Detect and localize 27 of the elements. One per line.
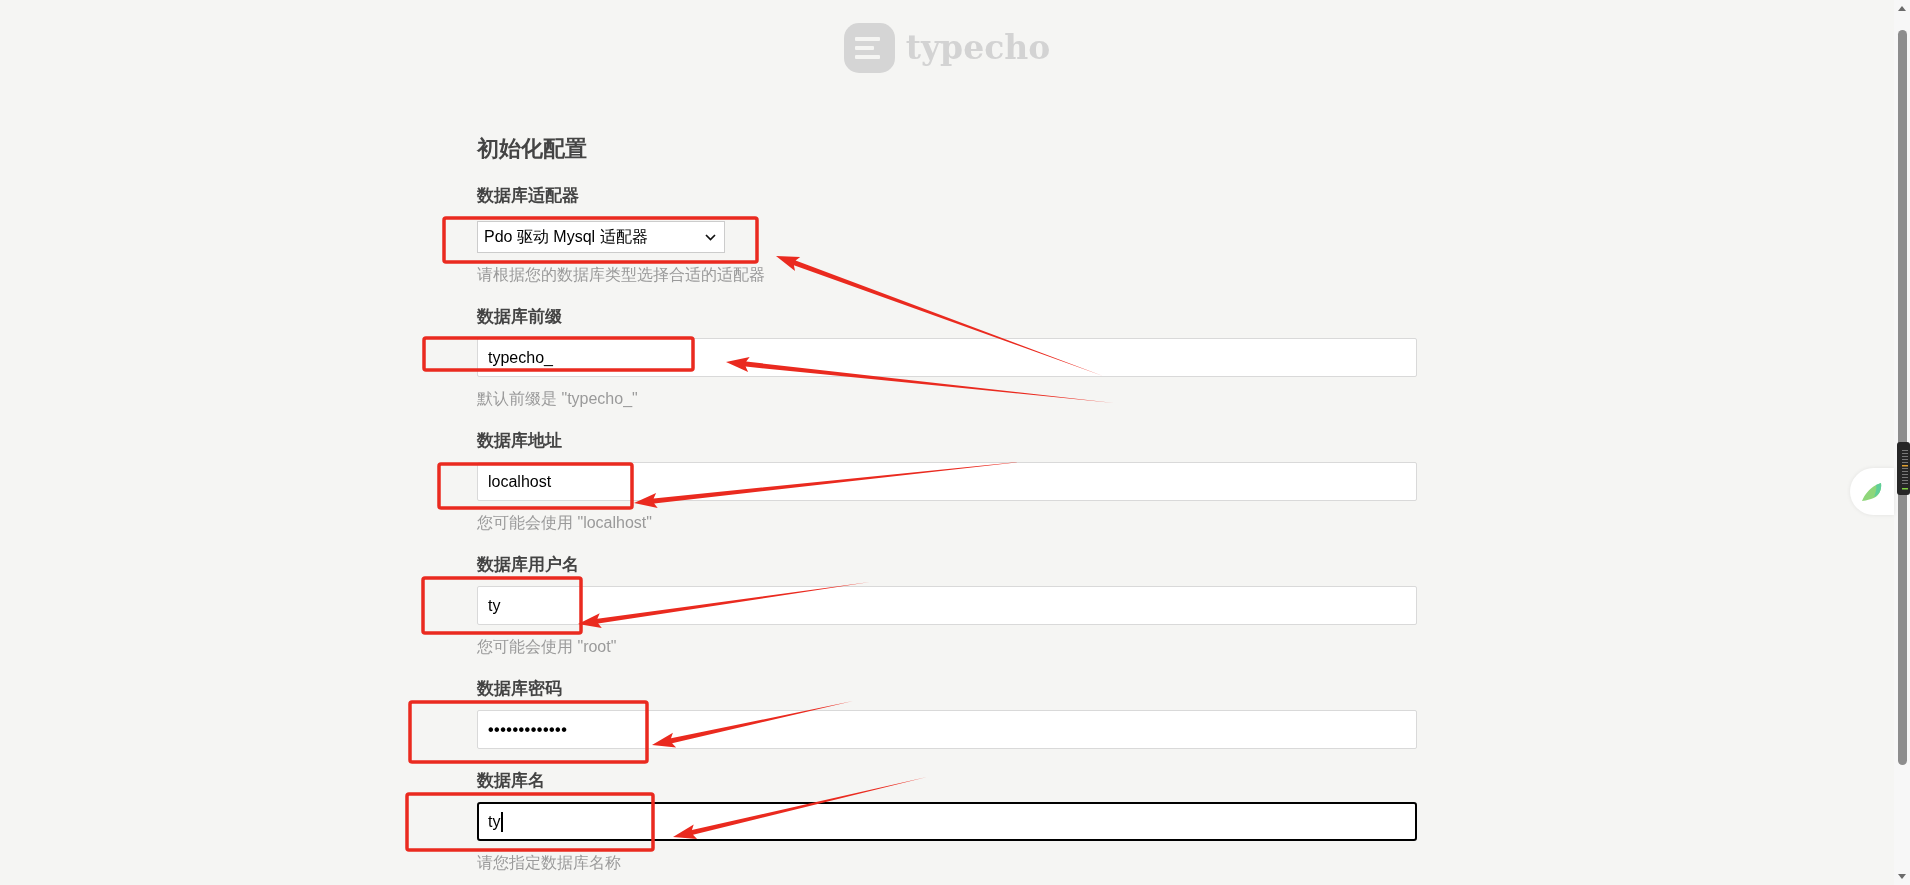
password-field[interactable]: ••••••••••••• bbox=[477, 710, 1417, 749]
logo-icon bbox=[843, 23, 895, 73]
select-field[interactable]: Pdo 驱动 Mysql 适配器 bbox=[477, 221, 725, 253]
scrollbar-thumb[interactable] bbox=[1897, 30, 1907, 765]
field-label: 数据库适配器 bbox=[477, 186, 579, 206]
input-field[interactable]: localhost bbox=[477, 462, 1417, 501]
scroll-up-icon[interactable] bbox=[1898, 6, 1906, 11]
field-hint: 请根据您的数据库类型选择合适的适配器 bbox=[477, 265, 765, 285]
chevron-down-icon bbox=[705, 233, 716, 241]
field-hint: 您可能会使用 "localhost" bbox=[477, 513, 652, 533]
text-cursor-icon bbox=[501, 811, 504, 832]
field-label: 数据库用户名 bbox=[477, 555, 579, 575]
field-label: 数据库地址 bbox=[477, 431, 562, 451]
field-hint: 请您指定数据库名称 bbox=[477, 853, 621, 873]
field-label: 数据库名 bbox=[477, 771, 545, 791]
input-field[interactable]: typecho_ bbox=[477, 338, 1417, 377]
input-field[interactable]: ty bbox=[477, 586, 1417, 625]
scroll-down-icon[interactable] bbox=[1898, 874, 1906, 879]
field-label: 数据库密码 bbox=[477, 679, 562, 699]
form-title: 初始化配置 bbox=[477, 135, 587, 163]
scrollbar[interactable] bbox=[1894, 0, 1910, 885]
field-hint: 您可能会使用 "root" bbox=[477, 637, 617, 657]
input-field[interactable]: ty bbox=[477, 802, 1417, 841]
leaf-icon bbox=[1861, 481, 1883, 502]
field-hint: 默认前缀是 "typecho_" bbox=[477, 389, 638, 409]
side-handle-icon[interactable] bbox=[1897, 442, 1910, 495]
field-label: 数据库前缀 bbox=[477, 307, 562, 327]
